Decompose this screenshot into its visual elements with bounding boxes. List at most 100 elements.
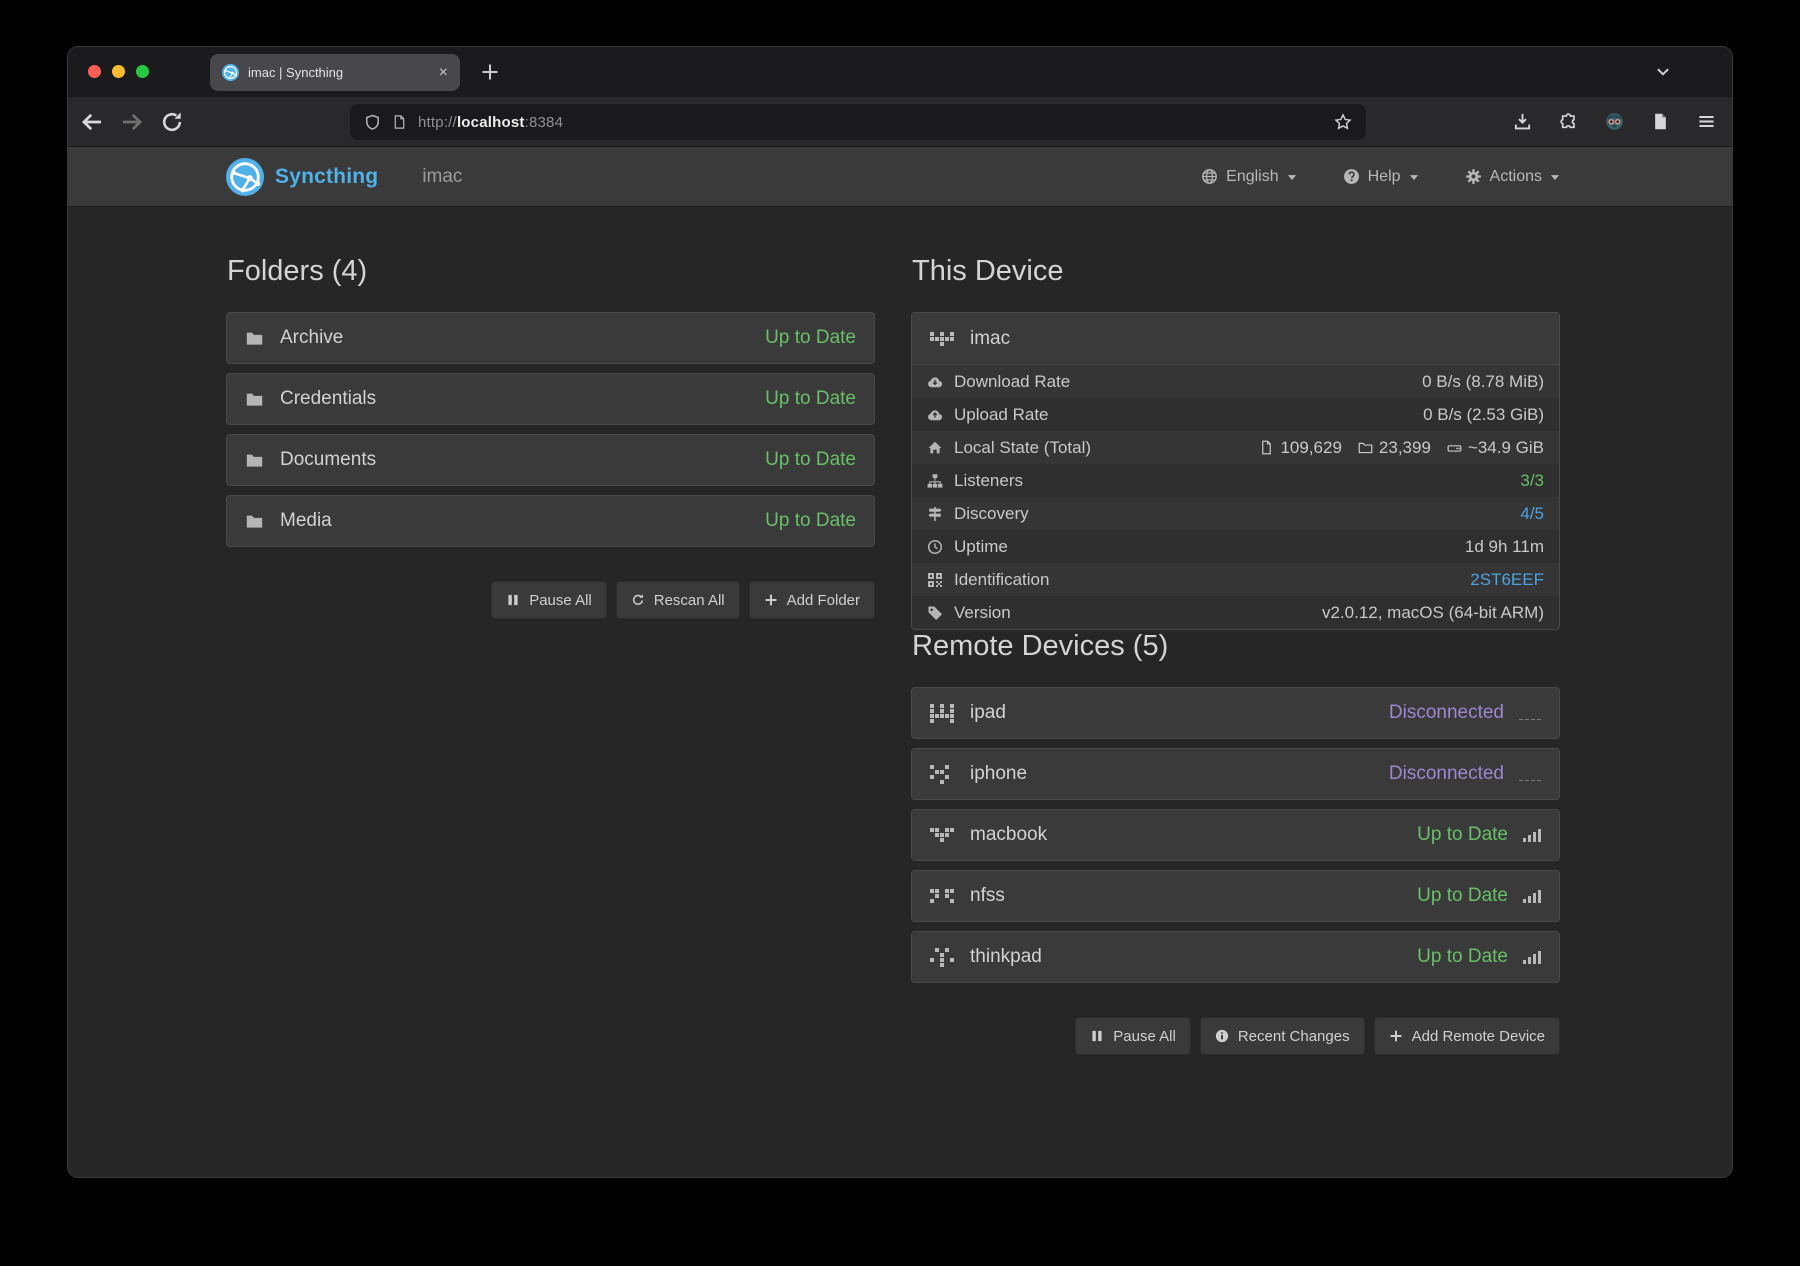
menu-label: English	[1226, 168, 1278, 186]
folder-row-credentials[interactable]: CredentialsUp to Date	[226, 373, 875, 425]
button-label: Rescan All	[654, 592, 725, 609]
device-row-thinkpad[interactable]: thinkpadUp to Date	[911, 931, 1560, 983]
this-device-panel: imac Download Rate 0 B/s (8.78 MiB) Upload…	[911, 312, 1560, 630]
value-text: 0 B/s (8.78 MiB)	[1422, 372, 1544, 392]
folders-heading: Folders (4)	[227, 255, 875, 288]
menu-help[interactable]: Help	[1343, 168, 1419, 186]
row-value: 0 B/s (8.78 MiB)	[1422, 372, 1544, 392]
device-identicon	[930, 828, 954, 842]
row-label: Upload Rate	[927, 405, 1049, 425]
browser-window: imac | Syncthing × http://localhost:8384	[68, 47, 1732, 1177]
sitemap-icon	[927, 473, 943, 489]
tab-close-icon[interactable]: ×	[437, 65, 450, 81]
device-name: iphone	[970, 763, 1027, 785]
device-status-text: Disconnected	[1389, 763, 1504, 785]
button-label: Pause All	[529, 592, 592, 609]
menu-actions[interactable]: Actions	[1465, 168, 1560, 186]
device-name: nfss	[970, 885, 1005, 907]
folder-name: Documents	[280, 449, 376, 471]
device-row-iphone[interactable]: iphone Disconnected	[911, 748, 1560, 800]
row-label: Version	[927, 603, 1011, 623]
forward-button[interactable]	[120, 110, 144, 134]
device-row-nfss[interactable]: nfss Up to Date	[911, 870, 1560, 922]
signal-strength-icon	[1523, 950, 1541, 964]
plus-icon	[1389, 1029, 1403, 1043]
device-identicon	[930, 704, 954, 723]
url-text: http://localhost:8384	[418, 114, 563, 131]
syncthing-page: Syncthing imac English Help Actions Folder…	[68, 147, 1732, 1176]
pause-all-button[interactable]: Pause All	[491, 581, 607, 619]
folder-status: Up to Date	[765, 510, 856, 532]
row-label-text: Uptime	[954, 537, 1008, 557]
page-info-icon[interactable]	[392, 114, 407, 130]
row-label-text: Version	[954, 603, 1011, 623]
brand-title: Syncthing	[275, 165, 378, 189]
row-label-text: Download Rate	[954, 372, 1070, 392]
browser-tab[interactable]: imac | Syncthing ×	[210, 54, 460, 91]
reload-button[interactable]	[160, 110, 184, 134]
device-identicon	[930, 889, 954, 903]
row-value: 2ST6EEF	[1470, 570, 1544, 590]
row-label: Discovery	[927, 504, 1029, 524]
extensions-puzzle-icon[interactable]	[1559, 112, 1578, 131]
value-text: ~34.9 GiB	[1468, 438, 1544, 458]
folder-status: Up to Date	[765, 388, 856, 410]
cloud-download-icon	[927, 374, 943, 390]
bookmark-star-icon[interactable]	[1334, 113, 1352, 131]
folders-column: Folders (4) ArchiveUp to Date Credentials…	[226, 255, 875, 1055]
folder-row-archive[interactable]: ArchiveUp to Date	[226, 312, 875, 364]
button-label: Pause All	[1113, 1028, 1176, 1045]
tab-list-chevron-icon[interactable]	[1654, 63, 1672, 81]
button-label: Add Remote Device	[1412, 1028, 1545, 1045]
device-status-text: Up to Date	[1417, 885, 1508, 907]
value-text: 109,629	[1280, 438, 1341, 458]
downloads-icon[interactable]	[1513, 112, 1532, 131]
device-status-text: Up to Date	[1417, 824, 1508, 846]
row-label: Identification	[927, 570, 1049, 590]
folder-row-media[interactable]: MediaUp to Date	[226, 495, 875, 547]
button-label: Add Folder	[787, 592, 860, 609]
device-row-macbook[interactable]: macbookUp to Date	[911, 809, 1560, 861]
shield-icon[interactable]	[364, 114, 381, 131]
reader-page-icon[interactable]	[1651, 112, 1670, 131]
rescan-all-button[interactable]: Rescan All	[616, 581, 740, 619]
folder-icon	[245, 451, 264, 470]
value-text: v2.0.12, macOS (64-bit ARM)	[1322, 603, 1544, 623]
row-value: 4/5	[1520, 504, 1544, 524]
device-row-ipad[interactable]: ipadDisconnected	[911, 687, 1560, 739]
menu-label: Help	[1368, 168, 1401, 186]
value-part: ~34.9 GiB	[1447, 438, 1544, 458]
caret-down-icon	[1550, 174, 1560, 181]
this-device-header[interactable]: imac	[912, 313, 1559, 365]
browser-tab-bar: imac | Syncthing ×	[68, 47, 1732, 97]
address-bar[interactable]: http://localhost:8384	[350, 104, 1366, 140]
recent-changes-button[interactable]: Recent Changes	[1200, 1017, 1365, 1055]
extension-monkey-icon[interactable]	[1605, 112, 1624, 131]
device-name: ipad	[970, 702, 1006, 724]
this-device-heading: This Device	[912, 255, 1560, 288]
row-label: Listeners	[927, 471, 1023, 491]
plus-icon	[764, 593, 778, 607]
hdd-icon	[1447, 440, 1462, 455]
add-remote-device-button[interactable]: Add Remote Device	[1374, 1017, 1560, 1055]
identification-link[interactable]: 2ST6EEF	[1470, 570, 1544, 590]
tab-title: imac | Syncthing	[248, 65, 428, 80]
new-tab-button[interactable]	[480, 62, 500, 82]
remote-devices-heading: Remote Devices (5)	[912, 630, 1560, 663]
globe-icon	[1201, 168, 1218, 185]
folder-status: Up to Date	[765, 449, 856, 471]
menu-hamburger-icon[interactable]	[1697, 112, 1716, 131]
pause-all-button[interactable]: Pause All	[1075, 1017, 1191, 1055]
tag-icon	[927, 605, 943, 621]
row-value: 3/3	[1520, 471, 1544, 491]
menu-english[interactable]: English	[1201, 168, 1296, 186]
zoom-window-button[interactable]	[136, 65, 149, 78]
close-window-button[interactable]	[88, 65, 101, 78]
minimize-window-button[interactable]	[112, 65, 125, 78]
folder-row-documents[interactable]: Documents Up to Date	[226, 434, 875, 486]
device-status: Disconnected	[1389, 763, 1541, 785]
signpost-icon	[927, 506, 943, 522]
back-button[interactable]	[80, 110, 104, 134]
navbar-device-name: imac	[422, 166, 462, 188]
add-folder-button[interactable]: Add Folder	[749, 581, 875, 619]
